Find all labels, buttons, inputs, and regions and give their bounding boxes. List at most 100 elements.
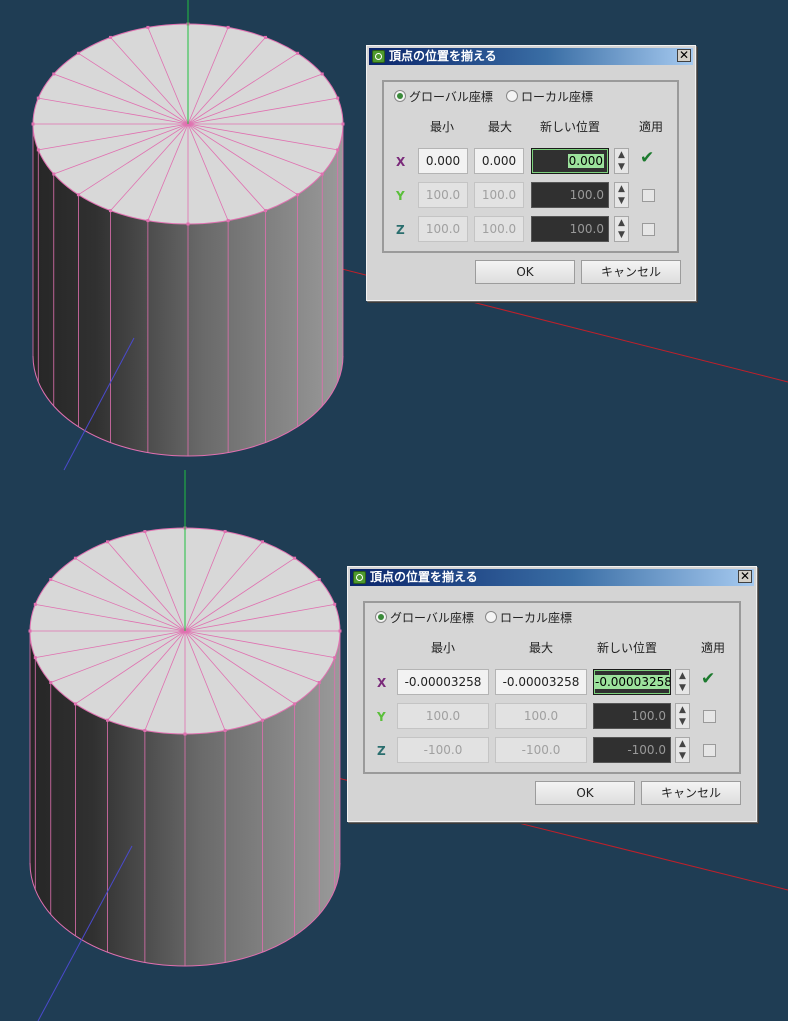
vertex-point [293,556,297,560]
vertex-point [341,122,345,126]
vertex-point [49,681,53,684]
new-position-x-input[interactable]: -0.00003258 [593,669,671,695]
cancel-button[interactable]: キャンセル [581,260,681,284]
new-position-y-spinner[interactable]: ▲ ▼ [675,703,690,729]
axis-label-x: X [377,676,387,690]
radio-unselected-icon [485,611,497,623]
vertex-point [52,172,56,176]
vertex-point [296,51,300,55]
spin-up-icon[interactable]: ▲ [676,738,689,750]
new-position-y-input[interactable]: 100.0 [593,703,671,729]
vertex-point [183,732,187,736]
vertex-point [76,51,80,55]
spin-up-icon[interactable]: ▲ [615,217,628,229]
spin-up-icon[interactable]: ▲ [676,670,689,682]
vertex-point [320,72,324,76]
vertex-point [317,681,321,684]
new-position-x-spinner[interactable]: ▲ ▼ [675,669,690,695]
vertex-point [186,222,190,226]
max-z-field: -100.0 [495,737,587,763]
title-bar[interactable]: 頂点の位置を揃える ✕ [369,48,693,65]
vertex-point [293,702,297,706]
vertex-point [52,72,56,76]
radio-local-coordinates[interactable]: ローカル座標 [485,609,572,625]
radio-selected-icon [394,90,406,102]
new-position-z-input[interactable]: 100.0 [531,216,609,242]
min-y-field: 100.0 [418,182,468,208]
vertex-point [143,530,147,534]
ok-button[interactable]: OK [475,260,575,284]
header-max: 最大 [487,120,512,134]
new-position-z-spinner[interactable]: ▲ ▼ [614,216,629,242]
vertex-point [36,96,40,100]
radio-unselected-icon [506,90,518,102]
vertex-point [106,718,109,722]
max-x-field[interactable]: -0.00003258 [495,669,587,695]
close-button[interactable]: ✕ [677,49,691,62]
radio-global-label: グローバル座標 [409,89,493,104]
header-max: 最大 [528,641,553,655]
apply-x-checkbox[interactable]: ✔ [640,150,654,167]
vertex-point [317,578,321,581]
max-z-field: 100.0 [474,216,524,242]
min-z-field: -100.0 [397,737,489,763]
vertex-point [336,96,340,100]
title-bar[interactable]: 頂点の位置を揃える ✕ [350,569,754,586]
coordinate-group: グローバル座標 ローカル座標 最小 最大 新しい位置 適用 X 0.000 0.… [382,80,679,253]
spin-down-icon[interactable]: ▼ [676,682,689,694]
vertex-point [226,25,230,29]
align-vertices-dialog-2: 頂点の位置を揃える ✕ グローバル座標 ローカル座標 最小 最大 新しい位置 適… [347,566,757,822]
header-min: 最小 [429,120,454,134]
vertex-point [320,172,324,176]
spin-down-icon[interactable]: ▼ [615,161,628,173]
vertex-point [36,148,40,152]
vertex-point [49,578,53,581]
spin-up-icon[interactable]: ▲ [615,183,628,195]
apply-y-checkbox[interactable] [703,710,716,723]
max-x-field[interactable]: 0.000 [474,148,524,174]
new-position-y-input[interactable]: 100.0 [531,182,609,208]
vertex-point [338,629,342,633]
close-button[interactable]: ✕ [738,570,752,583]
spin-up-icon[interactable]: ▲ [615,149,628,161]
vertex-point [73,702,77,706]
new-position-x-spinner[interactable]: ▲ ▼ [614,148,629,174]
apply-z-checkbox[interactable] [642,223,655,236]
apply-x-checkbox[interactable]: ✔ [701,671,715,688]
spin-down-icon[interactable]: ▼ [676,750,689,762]
vertex-point [73,556,77,560]
new-position-x-input[interactable]: 0.000 [531,148,609,174]
vertex-point [33,602,37,606]
vertex-point [33,656,37,660]
new-position-z-input[interactable]: -100.0 [593,737,671,763]
app-icon [372,50,385,63]
cancel-button[interactable]: キャンセル [641,781,741,805]
min-x-field[interactable]: 0.000 [418,148,468,174]
min-z-field: 100.0 [418,216,468,242]
apply-y-checkbox[interactable] [642,189,655,202]
radio-global-coordinates[interactable]: グローバル座標 [394,88,493,104]
vertex-point [223,530,227,534]
spin-down-icon[interactable]: ▼ [615,229,628,241]
vertex-point [109,209,112,213]
spin-down-icon[interactable]: ▼ [676,716,689,728]
spin-down-icon[interactable]: ▼ [615,195,628,207]
vertex-point [28,629,32,633]
radio-local-coordinates[interactable]: ローカル座標 [506,88,593,104]
new-position-y-spinner[interactable]: ▲ ▼ [614,182,629,208]
vertex-point [146,25,150,29]
dialog-title: 頂点の位置を揃える [370,570,478,584]
vertex-point [264,35,267,39]
vertex-point [333,656,337,660]
radio-selected-icon [375,611,387,623]
radio-global-coordinates[interactable]: グローバル座標 [375,609,474,625]
new-position-z-spinner[interactable]: ▲ ▼ [675,737,690,763]
ok-button[interactable]: OK [535,781,635,805]
spin-up-icon[interactable]: ▲ [676,704,689,716]
apply-z-checkbox[interactable] [703,744,716,757]
header-min: 最小 [430,641,455,655]
dialog-title: 頂点の位置を揃える [389,49,497,63]
new-position-x-value: 0.000 [567,154,604,168]
min-x-field[interactable]: -0.00003258 [397,669,489,695]
vertex-point [296,193,300,197]
